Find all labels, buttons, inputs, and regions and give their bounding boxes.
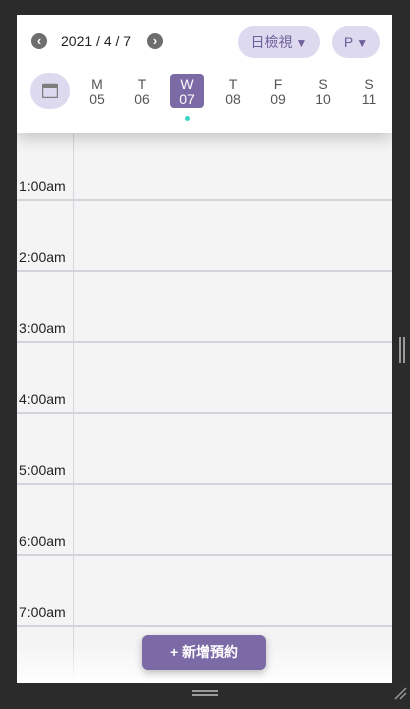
day-number: 06	[134, 91, 150, 107]
hour-divider	[17, 270, 392, 272]
day-letter: T	[228, 76, 238, 92]
time-label: 5:00am	[19, 462, 66, 478]
day-letter: F	[273, 76, 283, 92]
day-letter: S	[318, 76, 328, 92]
hour-divider	[17, 483, 392, 485]
time-grid[interactable]: 1:00am 2:00am 3:00am 4:00am 5:00am 6:00am 7:00…	[17, 133, 392, 683]
view-select[interactable]: 日檢視 ▼	[238, 26, 320, 58]
resize-handle-bottom[interactable]	[192, 690, 218, 696]
day-letter: T	[137, 76, 147, 92]
time-label: 6:00am	[19, 533, 66, 549]
caret-down-icon: ▼	[295, 36, 308, 50]
day-10[interactable]: S 10	[306, 77, 340, 107]
day-06[interactable]: T 06	[125, 77, 159, 107]
chevron-left-icon[interactable]: ‹	[31, 33, 47, 49]
resize-handle-right[interactable]	[399, 337, 405, 363]
day-08[interactable]: T 08	[216, 77, 250, 107]
time-label: 3:00am	[19, 320, 66, 336]
day-number: 10	[315, 91, 331, 107]
today-indicator	[185, 116, 190, 121]
day-letter: W	[180, 76, 194, 92]
user-select-label: P	[343, 34, 354, 50]
chevron-right-icon[interactable]: ›	[147, 33, 163, 49]
day-09[interactable]: F 09	[261, 77, 295, 107]
time-label: 1:00am	[19, 178, 66, 194]
add-booking-button[interactable]: + 新增預約	[142, 635, 266, 670]
calendar-icon	[42, 83, 58, 98]
time-label: 4:00am	[19, 391, 66, 407]
day-number: 07	[179, 91, 195, 107]
day-number: 09	[270, 91, 286, 107]
day-letter: S	[364, 76, 374, 92]
user-select[interactable]: P ▼	[332, 26, 380, 58]
time-column-divider	[73, 133, 74, 683]
day-11[interactable]: S 11	[352, 77, 386, 107]
resize-corner-icon[interactable]	[393, 686, 407, 700]
current-date: 2021 / 4 / 7	[61, 33, 132, 49]
day-number: 11	[361, 91, 377, 107]
view-select-label: 日檢視	[250, 34, 293, 50]
time-label: 2:00am	[19, 249, 66, 265]
hour-divider	[17, 412, 392, 414]
day-number: 05	[89, 91, 105, 107]
caret-down-icon: ▼	[356, 36, 369, 50]
day-07[interactable]: W 07	[170, 74, 204, 108]
time-label: 7:00am	[19, 604, 66, 620]
hour-divider	[17, 341, 392, 343]
app-frame: ‹ 2021 / 4 / 7 › 日檢視 ▼ P ▼ M 05 T 06 W 07 T 08 F 09…	[17, 15, 392, 683]
day-number: 08	[225, 91, 241, 107]
hour-divider	[17, 625, 392, 627]
hour-divider	[17, 199, 392, 201]
day-letter: M	[91, 76, 103, 92]
calendar-picker-button[interactable]	[30, 73, 70, 109]
hour-divider	[17, 554, 392, 556]
calendar-header: ‹ 2021 / 4 / 7 › 日檢視 ▼ P ▼ M 05 T 06 W 07 T 08 F 09…	[17, 15, 392, 133]
day-05[interactable]: M 05	[80, 77, 114, 107]
